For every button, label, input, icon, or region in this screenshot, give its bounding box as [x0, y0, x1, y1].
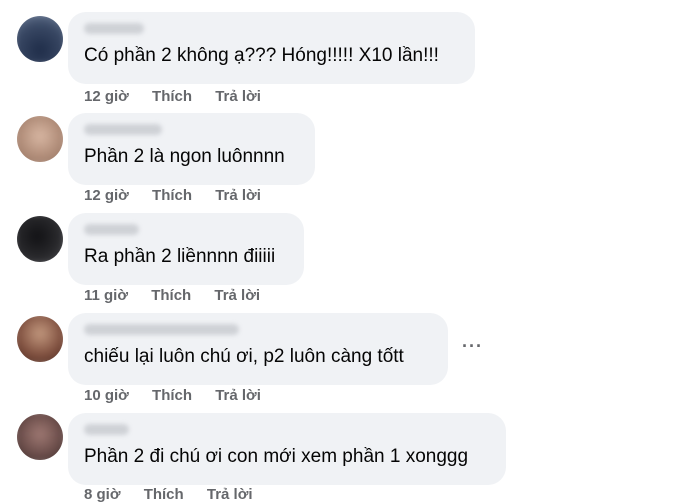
- like-button[interactable]: Thích: [151, 287, 191, 304]
- comment-text: Phần 2 đi chú ơi con mới xem phần 1 xong…: [84, 446, 469, 467]
- comment-bubble: chiếu lại luôn chú ơi, p2 luôn càng tốtt: [68, 313, 448, 385]
- comment-actions: 11 giờ Thích Trả lời: [84, 287, 279, 304]
- comment-time[interactable]: 10 giờ: [84, 387, 129, 404]
- reply-button[interactable]: Trả lời: [215, 88, 261, 105]
- avatar[interactable]: [17, 116, 63, 162]
- commenter-name-blurred[interactable]: [84, 124, 162, 135]
- commenter-name-blurred[interactable]: [84, 324, 239, 335]
- comment-text: Có phần 2 không ạ??? Hóng!!!!! X10 lần!!…: [84, 45, 439, 66]
- avatar[interactable]: [17, 414, 63, 460]
- comment-time[interactable]: 11 giờ: [84, 287, 128, 304]
- comment-actions: 12 giờ Thích Trả lời: [84, 187, 280, 204]
- comment-actions: 12 giờ Thích Trả lời: [84, 88, 280, 105]
- like-button[interactable]: Thích: [152, 88, 192, 105]
- comment-bubble: Phần 2 là ngon luônnnn: [68, 113, 315, 185]
- reply-button[interactable]: Trả lời: [214, 287, 260, 304]
- comment-time[interactable]: 12 giờ: [84, 187, 129, 204]
- comment-actions: 10 giờ Thích Trả lời: [84, 387, 280, 404]
- like-button[interactable]: Thích: [152, 387, 192, 404]
- like-button[interactable]: Thích: [152, 187, 192, 204]
- comment-time[interactable]: 12 giờ: [84, 88, 129, 105]
- comment-time[interactable]: 8 giờ: [84, 486, 121, 503]
- more-options-icon[interactable]: ···: [462, 336, 483, 357]
- avatar[interactable]: [17, 316, 63, 362]
- comment-text: Phần 2 là ngon luônnnn: [84, 146, 285, 167]
- commenter-name-blurred[interactable]: [84, 224, 139, 235]
- comment-actions: 8 giờ Thích Trả lời: [84, 486, 272, 503]
- comment-bubble: Ra phần 2 liềnnnn điiiii: [68, 213, 304, 285]
- like-button[interactable]: Thích: [144, 486, 184, 503]
- reply-button[interactable]: Trả lời: [215, 387, 261, 404]
- comment-bubble: Phần 2 đi chú ơi con mới xem phần 1 xong…: [68, 413, 506, 485]
- commenter-name-blurred[interactable]: [84, 23, 144, 34]
- comment-text: chiếu lại luôn chú ơi, p2 luôn càng tốtt: [84, 346, 404, 367]
- reply-button[interactable]: Trả lời: [207, 486, 253, 503]
- avatar[interactable]: [17, 216, 63, 262]
- avatar[interactable]: [17, 16, 63, 62]
- reply-button[interactable]: Trả lời: [215, 187, 261, 204]
- comment-bubble: Có phần 2 không ạ??? Hóng!!!!! X10 lần!!…: [68, 12, 475, 84]
- commenter-name-blurred[interactable]: [84, 424, 129, 435]
- comment-text: Ra phần 2 liềnnnn điiiii: [84, 246, 276, 267]
